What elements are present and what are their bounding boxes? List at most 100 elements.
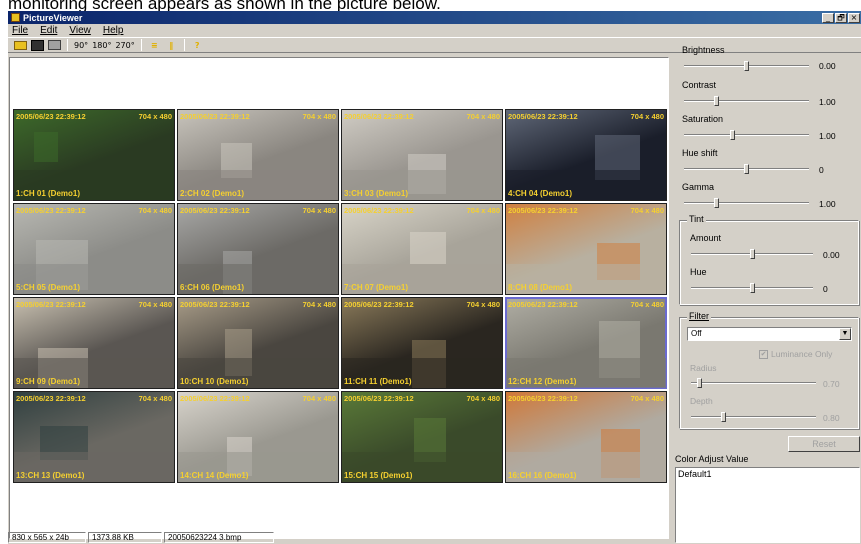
camera-timestamp: 2005/06/23 22:39:12: [16, 300, 86, 309]
camera-timestamp: 2005/06/23 22:39:12: [508, 112, 578, 121]
hue-shift-slider[interactable]: [684, 164, 809, 174]
scene-shape: [410, 232, 446, 264]
tint-hue-slider[interactable]: [691, 283, 813, 293]
tint-amount-value: 0.00: [823, 250, 840, 260]
window-title: PictureViewer: [23, 12, 83, 23]
list-item[interactable]: Default1: [678, 469, 857, 479]
camera-tile[interactable]: 2005/06/23 22:39:12 704 x 480 3:CH 03 (Dem…: [341, 109, 503, 201]
camera-label: 14:CH 14 (Demo1): [180, 471, 249, 480]
contrast-slider[interactable]: [684, 96, 809, 106]
camera-timestamp: 2005/06/23 22:39:12: [180, 300, 250, 309]
color-adjust-list[interactable]: Default1: [675, 467, 860, 543]
saturation-label: Saturation: [682, 114, 724, 124]
printer-icon[interactable]: [48, 40, 61, 50]
contrast-label: Contrast: [682, 80, 717, 90]
camera-tile[interactable]: 2005/06/23 22:39:12 704 x 480 8:CH 08 (Dem…: [505, 203, 667, 295]
camera-resolution: 704 x 480: [138, 206, 172, 215]
camera-tile[interactable]: 2005/06/23 22:39:12 704 x 480 7:CH 07 (Dem…: [341, 203, 503, 295]
minimize-button[interactable]: _: [822, 12, 834, 23]
camera-tile[interactable]: 2005/06/23 22:39:12 704 x 480 13:CH 13 (De…: [13, 391, 175, 483]
camera-timestamp: 2005/06/23 22:39:12: [344, 394, 414, 403]
depth-label: Depth: [690, 396, 713, 406]
tint-amount-slider[interactable]: [691, 249, 813, 259]
camera-timestamp: 2005/06/23 22:39:12: [508, 394, 578, 403]
folder-open-icon[interactable]: [14, 40, 27, 50]
saturation-value: 1.00: [819, 131, 836, 141]
camera-resolution: 704 x 480: [466, 394, 500, 403]
close-button[interactable]: ×: [848, 12, 860, 23]
camera-label: 3:CH 03 (Demo1): [344, 189, 409, 198]
contrast-value: 1.00: [819, 97, 836, 107]
filter-select[interactable]: Off ▼: [687, 327, 852, 341]
camera-label: 1:CH 01 (Demo1): [16, 189, 81, 198]
flip-horizontal-button[interactable]: ‖: [165, 39, 178, 52]
camera-timestamp: 2005/06/23 22:39:12: [16, 394, 86, 403]
depth-slider[interactable]: [691, 412, 816, 422]
flip-vertical-button[interactable]: ≡: [148, 39, 161, 52]
camera-tile[interactable]: 2005/06/23 22:39:12 704 x 480 11:CH 11 (De…: [341, 297, 503, 389]
camera-label: 8:CH 08 (Demo1): [508, 283, 573, 292]
camera-tile[interactable]: 2005/06/23 22:39:12 704 x 480 12:CH 12 (De…: [505, 297, 667, 389]
radius-value: 0.70: [823, 379, 840, 389]
camera-resolution: 704 x 480: [630, 394, 664, 403]
camera-timestamp: 2005/06/23 22:39:12: [180, 394, 250, 403]
rotate-90-button[interactable]: 90°: [74, 39, 88, 52]
camera-tile[interactable]: 2005/06/23 22:39:12 704 x 480 10:CH 10 (De…: [177, 297, 339, 389]
gamma-slider[interactable]: [684, 198, 809, 208]
camera-resolution: 704 x 480: [466, 206, 500, 215]
image-viewer[interactable]: 2005/06/23 22:39:12 704 x 480 1:CH 01 (Dem…: [9, 57, 669, 539]
menu-help[interactable]: Help: [103, 25, 124, 36]
app-icon: [11, 13, 20, 22]
disk-icon[interactable]: [31, 39, 44, 51]
menu-file[interactable]: File: [12, 25, 28, 36]
gamma-label: Gamma: [682, 182, 715, 192]
radius-label: Radius: [690, 363, 717, 373]
camera-grid: 2005/06/23 22:39:12 704 x 480 1:CH 01 (Dem…: [13, 109, 667, 483]
camera-tile[interactable]: 2005/06/23 22:39:12 704 x 480 16:CH 16 (De…: [505, 391, 667, 483]
camera-resolution: 704 x 480: [630, 206, 664, 215]
camera-tile[interactable]: 2005/06/23 22:39:12 704 x 480 6:CH 06 (Dem…: [177, 203, 339, 295]
status-bar: 830 x 565 x 24b 1373.88 KB 20050623224 3…: [8, 532, 670, 544]
camera-resolution: 704 x 480: [466, 300, 500, 309]
brightness-value: 0.00: [819, 61, 836, 71]
camera-tile[interactable]: 2005/06/23 22:39:12 704 x 480 9:CH 09 (Dem…: [13, 297, 175, 389]
camera-resolution: 704 x 480: [138, 300, 172, 309]
camera-resolution: 704 x 480: [466, 112, 500, 121]
camera-timestamp: 2005/06/23 22:39:12: [508, 300, 578, 309]
chevron-down-icon[interactable]: ▼: [839, 328, 851, 340]
saturation-slider[interactable]: [684, 130, 809, 140]
camera-label: 13:CH 13 (Demo1): [16, 471, 85, 480]
menu-view[interactable]: View: [69, 25, 91, 36]
camera-tile[interactable]: 2005/06/23 22:39:12 704 x 480 15:CH 15 (De…: [341, 391, 503, 483]
camera-resolution: 704 x 480: [302, 394, 336, 403]
help-button[interactable]: ?: [191, 39, 204, 52]
camera-tile[interactable]: 2005/06/23 22:39:12 704 x 480 1:CH 01 (Dem…: [13, 109, 175, 201]
luminance-only-label: Luminance Only: [771, 349, 833, 359]
brightness-label: Brightness: [682, 45, 725, 55]
camera-resolution: 704 x 480: [630, 112, 664, 121]
camera-tile[interactable]: 2005/06/23 22:39:12 704 x 480 5:CH 05 (Dem…: [13, 203, 175, 295]
camera-label: 10:CH 10 (Demo1): [180, 377, 249, 386]
status-filesize: 1373.88 KB: [88, 532, 162, 543]
color-adjust-title: Color Adjust Value: [675, 454, 749, 464]
restore-button[interactable]: 🗗: [835, 12, 847, 23]
camera-resolution: 704 x 480: [302, 206, 336, 215]
camera-tile[interactable]: 2005/06/23 22:39:12 704 x 480 2:CH 02 (Dem…: [177, 109, 339, 201]
radius-slider[interactable]: [691, 378, 816, 388]
tint-amount-label: Amount: [690, 233, 722, 243]
menu-edit[interactable]: Edit: [40, 25, 57, 36]
depth-value: 0.80: [823, 413, 840, 423]
tint-hue-value: 0: [823, 284, 828, 294]
camera-resolution: 704 x 480: [630, 300, 664, 309]
camera-label: 4:CH 04 (Demo1): [508, 189, 573, 198]
brightness-slider[interactable]: [684, 61, 809, 71]
camera-tile[interactable]: 2005/06/23 22:39:12 704 x 480 14:CH 14 (De…: [177, 391, 339, 483]
camera-label: 2:CH 02 (Demo1): [180, 189, 245, 198]
hue-shift-value: 0: [819, 165, 824, 175]
reset-button[interactable]: Reset: [788, 436, 860, 452]
rotate-270-button[interactable]: 270°: [115, 39, 134, 52]
camera-tile[interactable]: 2005/06/23 22:39:12 704 x 480 4:CH 04 (Dem…: [505, 109, 667, 201]
luminance-only-checkbox[interactable]: ✔ Luminance Only: [759, 349, 832, 359]
camera-label: 5:CH 05 (Demo1): [16, 283, 81, 292]
rotate-180-button[interactable]: 180°: [92, 39, 111, 52]
